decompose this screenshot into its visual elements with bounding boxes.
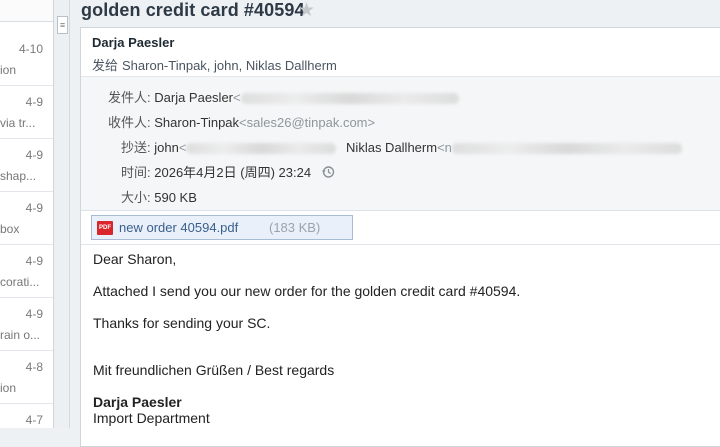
list-item-snippet: box <box>0 222 20 236</box>
meta-size-label: 大小: <box>121 190 151 205</box>
pdf-icon: PDF <box>97 221 113 235</box>
meta-cc-label: 抄送: <box>121 140 151 155</box>
meta-cc-second[interactable]: Niklas Dallherm <box>346 140 437 155</box>
body-closing: Mit freundlichen Grüßen / Best regards <box>93 362 335 378</box>
sent-to-prefix: 发给 <box>92 58 119 73</box>
meta-size-row: 大小: 590 KB <box>121 187 197 206</box>
meta-from-address: < <box>233 90 241 105</box>
meta-to-address: <sales26@tinpak.com> <box>239 115 376 130</box>
meta-to-row: 收件人: Sharon-Tinpak<sales26@tinpak.com> <box>108 112 375 131</box>
list-item-date: 4-9 <box>25 254 43 268</box>
header-divider <box>81 244 720 245</box>
meta-cc-second-address: <n <box>437 140 452 155</box>
list-item-snippet: ion <box>0 63 17 77</box>
attachment-chip[interactable]: PDF new order 40594.pdf (183 KB) <box>91 215 353 240</box>
sent-to-recipients: Sharon-Tinpak, john, Niklas Dallherm <box>122 58 337 73</box>
meta-time-row: 时间: 2026年4月2日 (周四) 23:24 <box>121 162 335 181</box>
meta-time-value: 2026年4月2日 (周四) 23:24 <box>154 165 312 180</box>
meta-size-value: 590 KB <box>154 190 197 205</box>
list-item-snippet: rain o... <box>0 328 41 342</box>
list-item[interactable]: 4-9 shap... <box>0 139 53 192</box>
body-line-1: Attached I send you our new order for th… <box>93 283 521 299</box>
list-item-date: 4-9 <box>25 95 43 109</box>
list-item-snippet: via tr... <box>0 116 36 130</box>
meta-to-name[interactable]: Sharon-Tinpak <box>154 115 239 130</box>
meta-cc-first[interactable]: john <box>154 140 179 155</box>
meta-to-label: 收件人: <box>108 115 151 130</box>
attachment-size: (183 KB) <box>269 220 321 235</box>
list-item[interactable]: 4-9 corati... <box>0 245 53 298</box>
list-item[interactable]: 4-7 <box>0 404 53 428</box>
list-item[interactable]: 4-9 rain o... <box>0 298 53 351</box>
list-item-snippet: ion <box>0 381 17 395</box>
list-item-date: 4-10 <box>18 42 43 56</box>
message-card: Darja Paesler 发给 Sharon-Tinpak, john, Nik… <box>80 27 720 447</box>
mail-list: 4-10 ion 4-9 via tr... 4-9 shap... 4-9 b… <box>0 0 54 428</box>
list-item[interactable]: 4-9 box <box>0 192 53 245</box>
meta-cc-row: 抄送: john< Niklas Dallherm<n <box>121 137 682 156</box>
mail-list-header <box>0 0 53 22</box>
star-icon[interactable]: ★ <box>298 0 315 22</box>
redacted-address <box>451 143 682 155</box>
list-item-date: 4-7 <box>25 413 43 427</box>
body-line-2: Thanks for sending your SC. <box>93 315 271 331</box>
list-item-date: 4-8 <box>25 360 43 374</box>
list-item-snippet: shap... <box>0 169 37 183</box>
history-icon[interactable] <box>321 165 335 179</box>
signature-department: Import Department <box>93 410 210 426</box>
list-scrollbar[interactable] <box>54 0 70 428</box>
signature-name: Darja Paesler <box>93 394 182 410</box>
attachment-name[interactable]: new order 40594.pdf <box>119 220 238 235</box>
list-item-date: 4-9 <box>25 307 43 321</box>
list-item[interactable]: 4-10 ion <box>0 33 53 86</box>
list-item-snippet: corati... <box>0 275 40 289</box>
meta-from-label: 发件人: <box>108 90 151 105</box>
meta-time-label: 时间: <box>121 165 151 180</box>
list-item[interactable]: 4-8 ion <box>0 351 53 404</box>
redacted-address <box>240 93 459 105</box>
body-greeting: Dear Sharon, <box>93 251 177 267</box>
list-item-date: 4-9 <box>25 201 43 215</box>
message-meta-panel: 发件人: Darja Paesler< 收件人: Sharon-Tinpak<s… <box>81 76 720 211</box>
list-item[interactable]: 4-9 via tr... <box>0 86 53 139</box>
sent-to-line: 发给 Sharon-Tinpak, john, Niklas Dallherm <box>92 55 337 74</box>
meta-cc-first-address: < <box>178 140 187 155</box>
sender-name[interactable]: Darja Paesler <box>92 35 174 50</box>
meta-from-name[interactable]: Darja Paesler <box>154 90 233 105</box>
redacted-address <box>186 143 337 155</box>
message-subject: golden credit card #40594 <box>81 0 305 20</box>
list-menu-icon[interactable]: ≡ <box>57 16 68 34</box>
meta-from-row: 发件人: Darja Paesler< <box>108 87 459 106</box>
list-item-date: 4-9 <box>25 148 43 162</box>
